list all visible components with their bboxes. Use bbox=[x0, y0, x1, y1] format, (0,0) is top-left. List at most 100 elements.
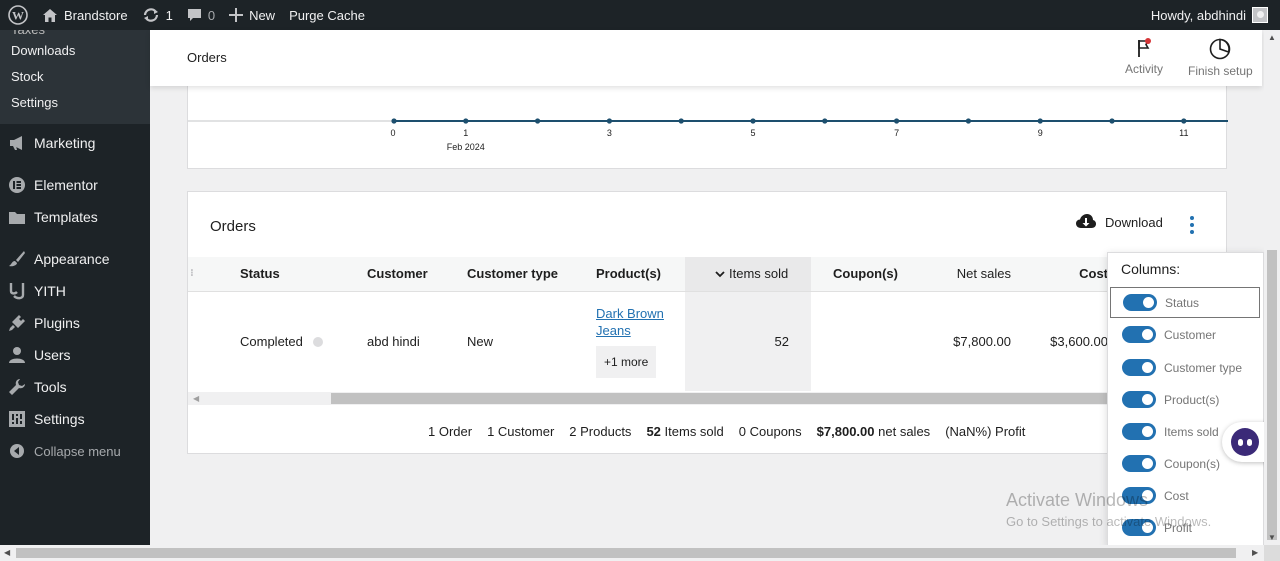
woocommerce-submenu: Taxes Downloads Stock Settings bbox=[0, 30, 150, 124]
settings-icon bbox=[8, 410, 26, 428]
page-scroll-left-arrow-icon[interactable]: ◀ bbox=[4, 548, 10, 557]
table-horizontal-scrollbar[interactable]: ◀ bbox=[188, 392, 1226, 405]
download-button[interactable]: Download bbox=[1076, 214, 1163, 230]
sidebar-item-label: Appearance bbox=[34, 251, 110, 267]
data-point[interactable] bbox=[1109, 118, 1115, 124]
page-scroll-right-arrow-icon[interactable]: ▶ bbox=[1252, 548, 1258, 557]
sidebar-item-marketing[interactable]: Marketing bbox=[0, 127, 150, 159]
toggle-switch[interactable] bbox=[1122, 487, 1156, 504]
column-toggle-label: Status bbox=[1165, 295, 1200, 310]
more-products-button[interactable]: +1 more bbox=[596, 345, 657, 378]
page-vertical-scrollbar-thumb[interactable] bbox=[1267, 250, 1277, 540]
comments-link[interactable]: 0 bbox=[180, 0, 222, 30]
column-toggle-profit[interactable]: Profit bbox=[1110, 512, 1260, 543]
column-toggle-cost[interactable]: Cost bbox=[1110, 480, 1260, 511]
x-axis-sublabel: Feb 2024 bbox=[447, 142, 485, 152]
toggle-switch[interactable] bbox=[1122, 359, 1156, 376]
purge-cache-label: Purge Cache bbox=[289, 7, 365, 23]
sidebar-item-label: YITH bbox=[34, 283, 66, 299]
data-point[interactable] bbox=[965, 118, 972, 124]
toggle-switch[interactable] bbox=[1122, 519, 1156, 536]
wordpress-logo-button[interactable]: W bbox=[0, 0, 35, 30]
column-header-coupons[interactable]: Coupon(s) bbox=[811, 257, 921, 292]
toggle-switch[interactable] bbox=[1123, 294, 1157, 311]
finish-setup-button[interactable]: Finish setup bbox=[1188, 38, 1253, 78]
column-header-items-sold[interactable]: Items sold bbox=[685, 257, 811, 292]
orders-line-chart: 0135791113Feb 2024 bbox=[188, 118, 1228, 152]
data-point[interactable] bbox=[606, 118, 612, 124]
page-horizontal-scrollbar[interactable]: ◀ ▶ bbox=[0, 545, 1264, 561]
sidebar-item-templates[interactable]: Templates bbox=[0, 201, 150, 233]
product-link[interactable]: Dark Brown Jeans bbox=[596, 305, 685, 339]
data-point[interactable] bbox=[894, 118, 900, 124]
column-toggle-customer[interactable]: Customer bbox=[1110, 319, 1260, 350]
column-toggle-customer-type[interactable]: Customer type bbox=[1110, 352, 1260, 383]
submenu-item-settings[interactable]: Settings bbox=[0, 90, 150, 116]
products-cell: Dark Brown Jeans +1 more bbox=[596, 291, 685, 391]
column-header-customer[interactable]: Customer bbox=[367, 257, 467, 292]
sidebar-item-tools[interactable]: Tools bbox=[0, 371, 150, 403]
more-options-icon[interactable] bbox=[1189, 216, 1195, 234]
data-point[interactable] bbox=[678, 118, 684, 124]
sidebar-item-plugins[interactable]: Plugins bbox=[0, 307, 150, 339]
plus-icon bbox=[229, 8, 244, 22]
folder-icon bbox=[8, 208, 26, 226]
submenu-item-downloads[interactable]: Downloads bbox=[0, 38, 150, 64]
data-point[interactable] bbox=[535, 118, 541, 124]
page-horizontal-scrollbar-thumb[interactable] bbox=[16, 548, 1236, 558]
sidebar-item-settings[interactable]: Settings bbox=[0, 403, 150, 435]
site-name-link[interactable]: Brandstore bbox=[35, 0, 135, 30]
column-header-status[interactable]: Status bbox=[240, 257, 367, 292]
table-row: Completed abd hindi New Dark Brown Jeans … bbox=[188, 291, 1226, 391]
toggle-switch[interactable] bbox=[1122, 423, 1156, 440]
table-scrollbar-thumb[interactable] bbox=[331, 393, 1226, 404]
scroll-up-arrow-icon[interactable]: ▲ bbox=[1268, 33, 1276, 42]
avatar bbox=[1252, 7, 1268, 23]
data-point[interactable] bbox=[463, 118, 469, 124]
column-header-cost[interactable]: Cost bbox=[1011, 257, 1108, 292]
column-toggle-status[interactable]: Status bbox=[1110, 287, 1260, 318]
wordpress-icon: W bbox=[8, 5, 28, 25]
column-toggle-label: Customer bbox=[1164, 327, 1217, 342]
data-point[interactable] bbox=[1037, 118, 1043, 124]
updates-count: 1 bbox=[165, 7, 173, 23]
scroll-down-arrow-icon[interactable]: ▼ bbox=[1268, 533, 1276, 542]
column-header-products[interactable]: Product(s) bbox=[596, 257, 685, 292]
toggle-switch[interactable] bbox=[1122, 326, 1156, 343]
coupons-cell bbox=[811, 291, 921, 391]
toggle-switch[interactable] bbox=[1122, 391, 1156, 408]
x-tick-label: 5 bbox=[750, 128, 755, 138]
updates-link[interactable]: 1 bbox=[135, 0, 180, 30]
purge-cache-link[interactable]: Purge Cache bbox=[282, 0, 372, 30]
column-header-net-sales[interactable]: Net sales bbox=[921, 257, 1011, 292]
sidebar-item-appearance[interactable]: Appearance bbox=[0, 243, 150, 275]
summary-items-label: Items sold bbox=[664, 424, 724, 439]
sidebar-item-users[interactable]: Users bbox=[0, 339, 150, 371]
my-account-link[interactable]: Howdy, abdhindi bbox=[1151, 7, 1280, 23]
page-vertical-scrollbar[interactable]: ▲ ▼ bbox=[1264, 30, 1280, 545]
summary-net-value: $7,800.00 bbox=[816, 424, 875, 439]
scroll-left-arrow-icon[interactable]: ◀ bbox=[193, 394, 199, 403]
megaphone-icon bbox=[8, 134, 26, 152]
cloud-download-icon bbox=[1076, 214, 1096, 228]
submenu-item-stock[interactable]: Stock bbox=[0, 64, 150, 90]
sidebar-item-yith[interactable]: YITH bbox=[0, 275, 150, 307]
status-cell: Completed bbox=[240, 291, 367, 391]
toggle-switch[interactable] bbox=[1122, 455, 1156, 472]
collapse-menu-button[interactable]: Collapse menu bbox=[0, 435, 150, 467]
activity-button[interactable]: Activity bbox=[1125, 38, 1163, 76]
data-point[interactable] bbox=[1181, 118, 1187, 124]
column-toggle-products[interactable]: Product(s) bbox=[1110, 384, 1260, 415]
submenu-item-taxes[interactable]: Taxes bbox=[0, 30, 150, 38]
orders-card-title: Orders bbox=[210, 218, 256, 235]
sidebar-item-elementor[interactable]: Elementor bbox=[0, 169, 150, 201]
summary-profit: (NaN%) Profit bbox=[945, 424, 1026, 439]
comment-icon bbox=[187, 8, 201, 21]
yith-icon bbox=[8, 282, 26, 300]
chat-assistant-button[interactable] bbox=[1222, 422, 1268, 462]
new-content-link[interactable]: New bbox=[222, 0, 282, 30]
column-header-customer-type[interactable]: Customer type bbox=[467, 257, 596, 292]
data-point[interactable] bbox=[391, 118, 397, 124]
data-point[interactable] bbox=[822, 118, 828, 124]
data-point[interactable] bbox=[750, 118, 756, 124]
